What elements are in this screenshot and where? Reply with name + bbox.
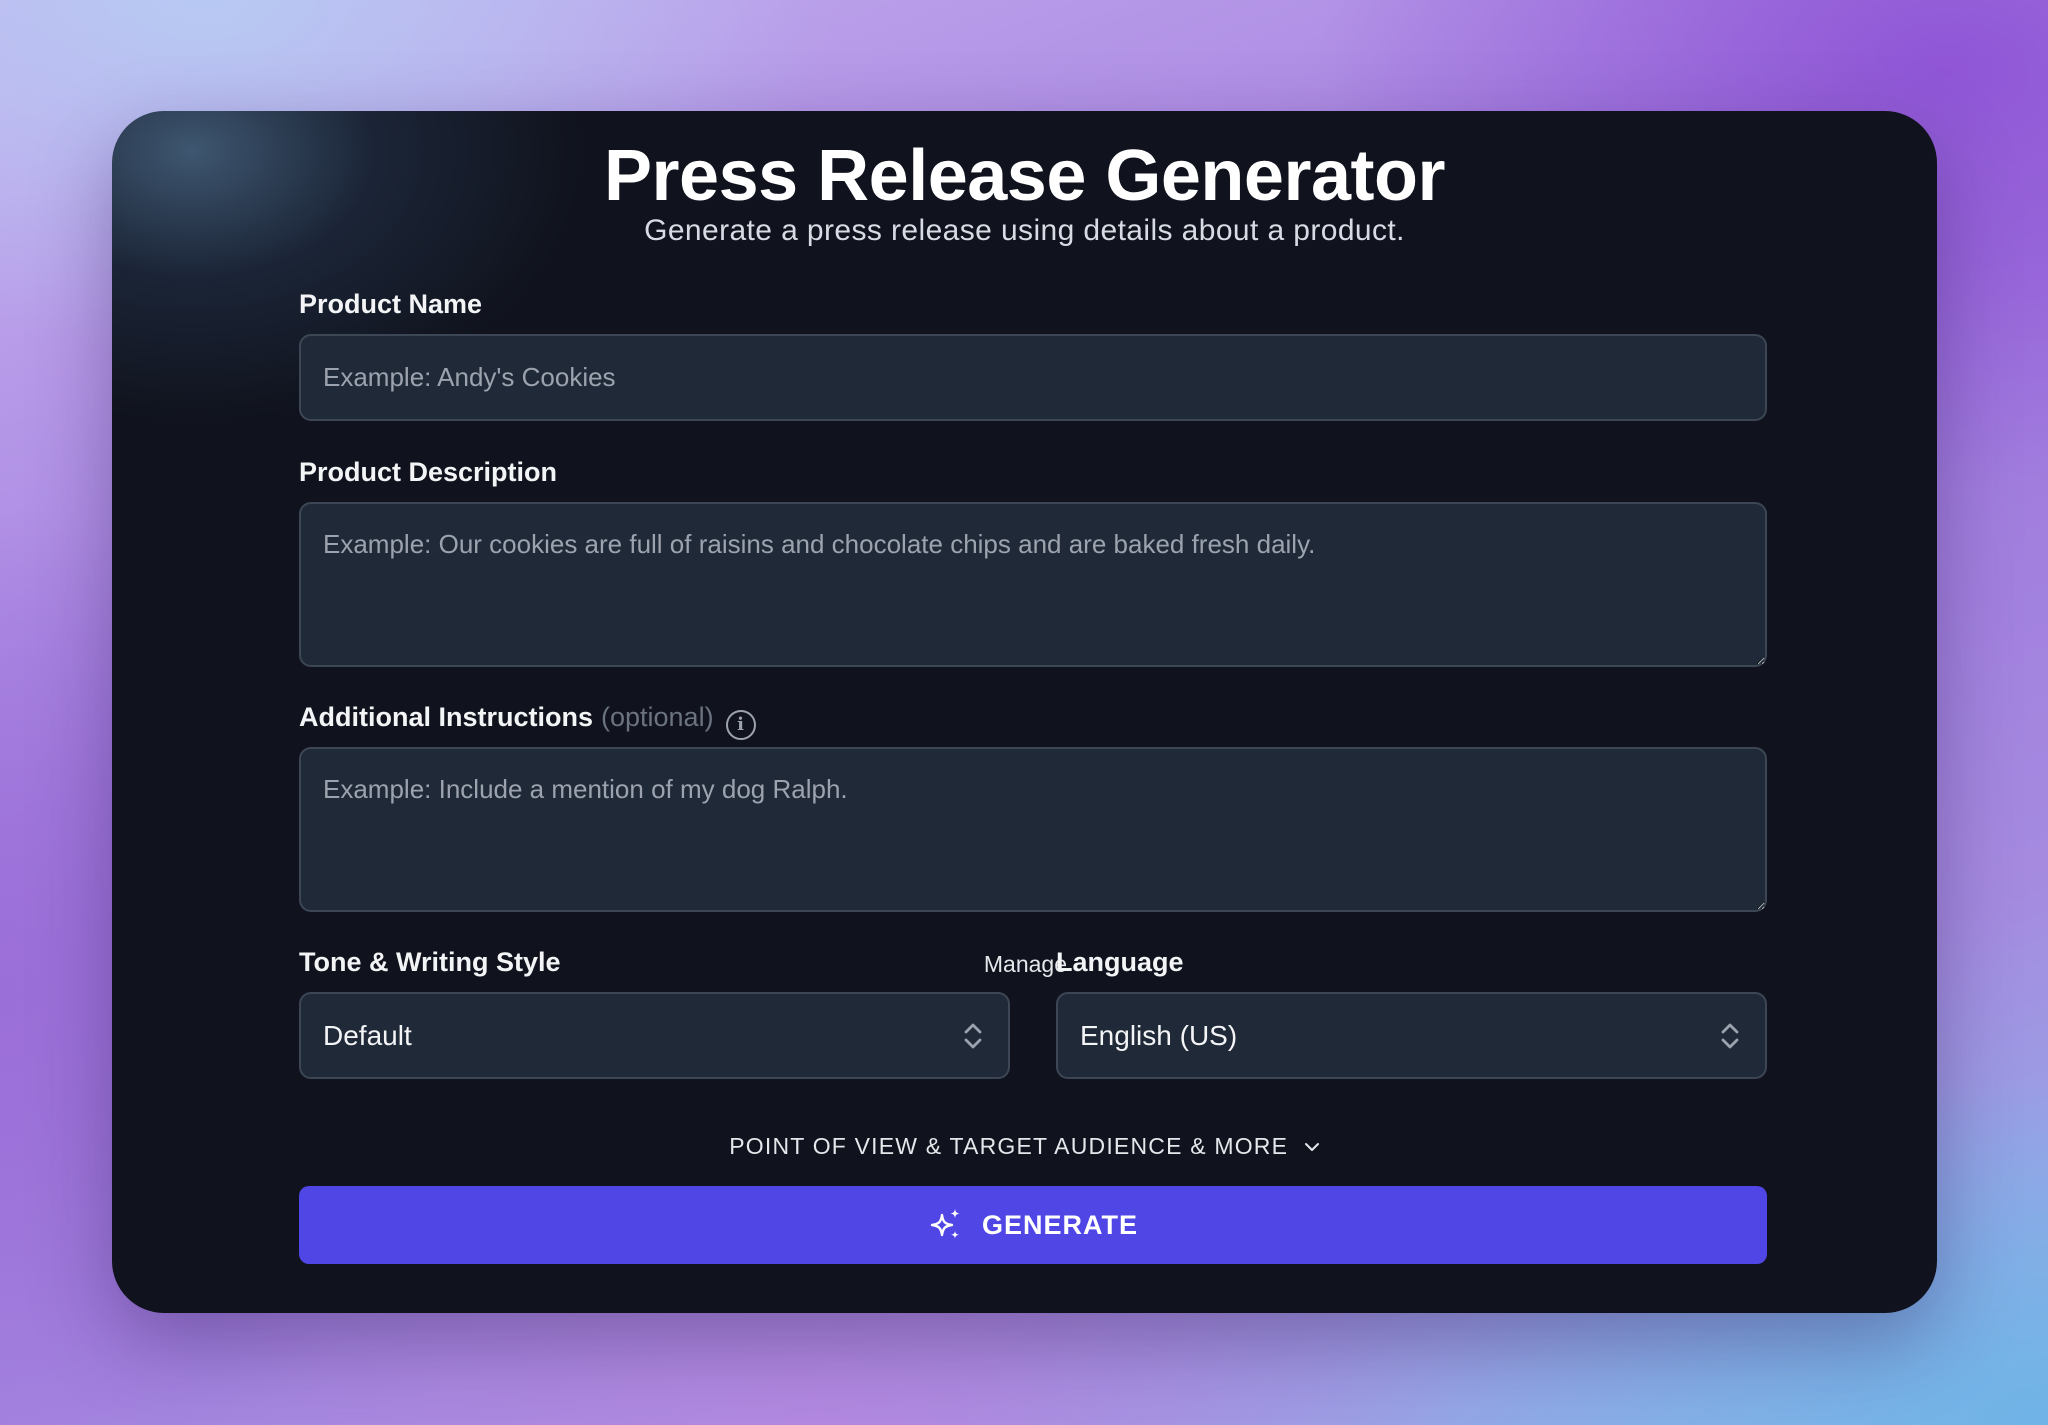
- sparkles-icon: [930, 1209, 960, 1239]
- chevron-down-icon: [1304, 1143, 1319, 1151]
- manage-tones-link[interactable]: Manage: [984, 951, 1067, 978]
- more-options-toggle[interactable]: POINT OF VIEW & TARGET AUDIENCE & MORE: [112, 1133, 1937, 1160]
- additional-instructions-textarea[interactable]: [299, 747, 1767, 912]
- product-name-input[interactable]: [299, 334, 1767, 421]
- chevron-up-down-icon: [964, 1023, 982, 1048]
- additional-instructions-label: Additional Instructions (optional) i: [299, 702, 756, 740]
- tone-select[interactable]: Default: [299, 992, 1010, 1079]
- product-name-label: Product Name: [299, 289, 483, 319]
- generator-card: Press Release Generator Generate a press…: [112, 111, 1937, 1313]
- optional-tag: (optional): [601, 702, 714, 732]
- tone-selected-value: Default: [323, 1019, 412, 1051]
- generate-button-label: GENERATE: [981, 1209, 1138, 1240]
- chevron-up-down-icon: [1721, 1023, 1739, 1048]
- page-subtitle: Generate a press release using details a…: [644, 214, 1405, 247]
- language-selected-value: English (US): [1080, 1019, 1238, 1051]
- language-label: Language: [1056, 947, 1184, 977]
- more-options-label: POINT OF VIEW & TARGET AUDIENCE & MORE: [729, 1133, 1289, 1159]
- product-description-textarea[interactable]: [299, 502, 1767, 667]
- page-title: Press Release Generator: [603, 136, 1446, 216]
- language-select[interactable]: English (US): [1056, 992, 1767, 1079]
- generate-button[interactable]: GENERATE: [299, 1186, 1767, 1264]
- tone-label: Tone & Writing Style: [299, 947, 561, 977]
- product-description-label: Product Description: [299, 457, 558, 487]
- info-circle-icon[interactable]: i: [725, 710, 756, 740]
- additional-instructions-label-text: Additional Instructions: [299, 702, 593, 732]
